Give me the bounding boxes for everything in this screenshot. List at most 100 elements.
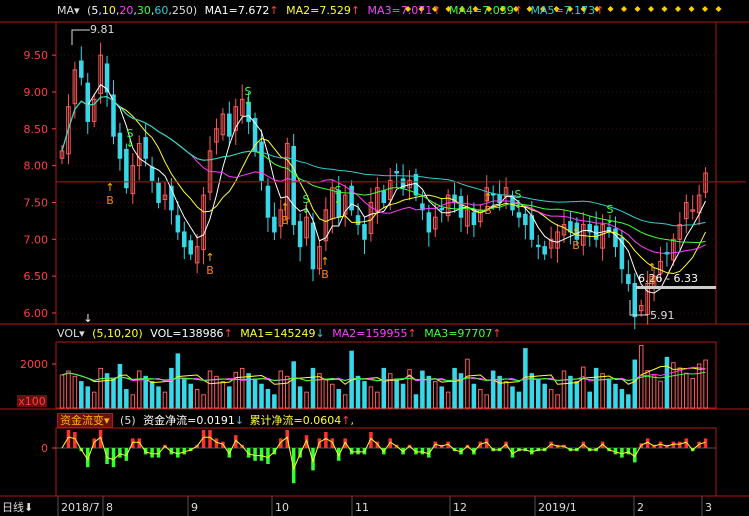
fund-flow-bar[interactable] — [324, 432, 328, 448]
volume-bar[interactable] — [310, 367, 316, 409]
candle-body[interactable] — [355, 215, 361, 226]
candle-body[interactable] — [117, 132, 123, 159]
fund-flow-bar[interactable] — [626, 448, 631, 455]
volume-bar[interactable] — [664, 356, 670, 409]
volume-bar[interactable] — [651, 375, 657, 409]
volume-bar[interactable] — [683, 372, 689, 409]
volume-bar[interactable] — [420, 370, 425, 409]
candle-body[interactable] — [265, 185, 271, 218]
volume-bar[interactable] — [201, 394, 206, 409]
volume-bar[interactable] — [143, 375, 148, 409]
candle-body[interactable] — [227, 113, 232, 137]
volume-bar[interactable] — [297, 386, 303, 409]
volume-bar[interactable] — [182, 378, 187, 409]
vol-indicator-menu[interactable]: VOL▾ — [57, 327, 85, 340]
volume-bar[interactable] — [400, 383, 406, 409]
volume-bar[interactable] — [79, 381, 84, 409]
candle-body[interactable] — [291, 145, 296, 226]
candle-body[interactable] — [394, 171, 399, 174]
volume-bar[interactable] — [239, 367, 245, 409]
volume-bar[interactable] — [220, 381, 226, 409]
fund-flow-bar[interactable] — [678, 441, 682, 448]
volume-bar[interactable] — [284, 375, 290, 409]
candle-body[interactable] — [523, 213, 528, 226]
candle-body[interactable] — [156, 182, 161, 203]
volume-bar[interactable] — [658, 380, 663, 409]
candle-body[interactable] — [79, 60, 84, 78]
volume-bar[interactable] — [104, 373, 110, 409]
volume-bar[interactable] — [510, 386, 515, 409]
volume-bar[interactable] — [696, 363, 702, 409]
candle-body[interactable] — [259, 141, 264, 181]
fund-flow-bar[interactable] — [620, 448, 624, 458]
candle-body[interactable] — [535, 244, 541, 248]
volume-bar[interactable] — [548, 389, 554, 409]
volume-bar[interactable] — [362, 381, 367, 409]
volume-bar[interactable] — [613, 383, 618, 409]
volume-bar[interactable] — [336, 389, 342, 409]
volume-bar[interactable] — [111, 378, 116, 409]
candle-body[interactable] — [272, 216, 277, 233]
volume-bar[interactable] — [542, 383, 547, 409]
candle-body[interactable] — [143, 137, 148, 159]
volume-bar[interactable] — [272, 394, 277, 409]
volume-bar[interactable] — [478, 389, 483, 409]
fund-flow-bar[interactable] — [214, 438, 219, 448]
candle-body[interactable] — [529, 215, 535, 240]
volume-bar[interactable] — [555, 394, 560, 409]
volume-bar[interactable] — [490, 370, 496, 409]
candle-body[interactable] — [297, 221, 303, 248]
fund-flow-bar[interactable] — [150, 448, 154, 458]
fund-flow-bar[interactable] — [356, 448, 360, 455]
volume-bar[interactable] — [342, 394, 348, 409]
candle-body[interactable] — [613, 228, 618, 248]
volume-bar[interactable] — [690, 378, 695, 409]
volume-bar[interactable] — [497, 375, 502, 409]
volume-bar[interactable] — [465, 358, 470, 409]
fund-flow-bar[interactable] — [253, 448, 257, 461]
volume-bar[interactable] — [291, 361, 296, 409]
volume-bar[interactable] — [227, 386, 232, 409]
volume-bar[interactable] — [626, 394, 631, 409]
volume-bar[interactable] — [278, 370, 284, 409]
volume-bar[interactable] — [85, 386, 91, 409]
candle-body[interactable] — [85, 82, 91, 122]
fund-flow-bar[interactable] — [124, 448, 129, 461]
volume-bar[interactable] — [632, 359, 638, 409]
stock-chart[interactable]: 9.50 9.00 8.50 8.00 7.50 7.00 6.50 6.00 9.81 5.91… — [0, 0, 749, 516]
volume-bar[interactable] — [387, 373, 393, 409]
volume-bar[interactable] — [194, 389, 200, 409]
candle-body[interactable] — [188, 240, 193, 255]
volume-bar[interactable] — [587, 391, 592, 409]
volume-bar[interactable] — [452, 367, 457, 409]
fund-indicator-selector[interactable]: 资金流变▾ — [57, 413, 113, 428]
volume-bar[interactable] — [600, 373, 605, 409]
volume-bar[interactable] — [375, 391, 380, 409]
volume-bar[interactable] — [561, 370, 567, 409]
volume-bar[interactable] — [124, 389, 129, 409]
volume-bar[interactable] — [471, 383, 477, 409]
fund-flow-bar[interactable] — [111, 448, 116, 468]
candle-body[interactable] — [439, 207, 444, 211]
volume-bar[interactable] — [394, 378, 399, 409]
volume-bar[interactable] — [59, 374, 65, 409]
volume-bar[interactable] — [117, 363, 123, 409]
volume-bar[interactable] — [259, 383, 264, 409]
volume-bar[interactable] — [535, 378, 541, 409]
candle-body[interactable] — [182, 231, 187, 248]
candle-body[interactable] — [426, 212, 432, 233]
candle-body[interactable] — [175, 215, 181, 233]
fund-flow-bar[interactable] — [336, 448, 341, 461]
volume-bar[interactable] — [432, 381, 438, 409]
volume-bar[interactable] — [368, 386, 374, 409]
volume-bar[interactable] — [169, 367, 174, 409]
candle-body[interactable] — [310, 222, 316, 270]
volume-bar[interactable] — [207, 370, 213, 409]
volume-bar[interactable] — [130, 394, 136, 409]
volume-bar[interactable] — [91, 391, 97, 409]
volume-bar[interactable] — [381, 367, 387, 409]
fund-flow-bar[interactable] — [98, 430, 103, 448]
fund-flow-bar[interactable] — [118, 448, 122, 458]
volume-bar[interactable] — [265, 389, 271, 409]
volume-bar[interactable] — [72, 375, 78, 409]
